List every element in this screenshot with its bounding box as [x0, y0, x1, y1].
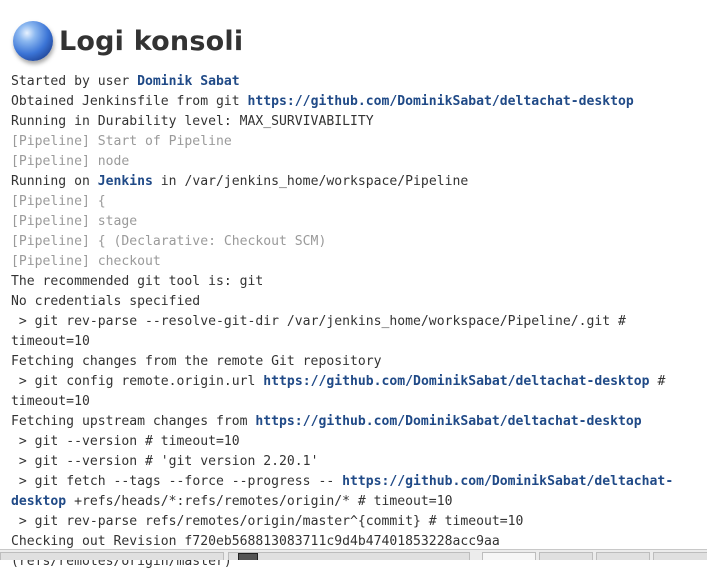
console-link[interactable]: Dominik Sabat — [137, 74, 239, 89]
console-text: No credentials specified — [11, 294, 201, 309]
toolbar-segment-left[interactable] — [0, 552, 224, 560]
console-text: Obtained Jenkinsfile from git — [11, 94, 248, 109]
console-line: Fetching upstream changes from https://g… — [11, 412, 707, 432]
pipeline-step-text: [Pipeline] stage — [11, 214, 138, 229]
console-line: No credentials specified — [11, 292, 707, 312]
console-output: Started by user Dominik Sabat Obtained Je… — [11, 72, 707, 572]
console-line: The recommended git tool is: git — [11, 272, 707, 292]
toolbar-button-4[interactable] — [653, 552, 707, 560]
pipeline-step-text: [Pipeline] checkout — [11, 254, 161, 269]
console-line: [Pipeline] stage — [11, 212, 707, 232]
window-icon[interactable] — [238, 553, 258, 560]
console-text: The recommended git tool is: git — [11, 274, 264, 289]
console-text: Running in Durability level: MAX_SURVIVA… — [11, 114, 374, 129]
console-line: [Pipeline] checkout — [11, 252, 707, 272]
console-text: > git --version # timeout=10 — [11, 434, 240, 449]
console-line: > git fetch --tags --force --progress --… — [11, 472, 707, 512]
console-text: > git fetch --tags --force --progress -- — [11, 474, 343, 489]
console-line: Running in Durability level: MAX_SURVIVA… — [11, 112, 707, 132]
console-line: Started by user Dominik Sabat — [11, 72, 707, 92]
console-line: > git config remote.origin.url https://g… — [11, 372, 707, 412]
console-text: > git --version # 'git version 2.20.1' — [11, 454, 319, 469]
console-link[interactable]: https://github.com/DominikSabat/deltacha… — [263, 374, 649, 389]
console-text: Fetching upstream changes from — [11, 414, 256, 429]
pipeline-step-text: [Pipeline] node — [11, 154, 130, 169]
console-text: > git rev-parse refs/remotes/origin/mast… — [11, 514, 524, 529]
console-line: > git --version # timeout=10 — [11, 432, 707, 452]
console-text: Fetching changes from the remote Git rep… — [11, 354, 382, 369]
console-line: > git --version # 'git version 2.20.1' — [11, 452, 707, 472]
toolbar-button-2[interactable] — [539, 552, 593, 560]
console-line: Fetching changes from the remote Git rep… — [11, 352, 707, 372]
console-link[interactable]: https://github.com/DominikSabat/deltacha… — [248, 94, 634, 109]
bottom-toolbar — [0, 549, 707, 560]
console-link[interactable]: https://github.com/DominikSabat/deltacha… — [255, 414, 641, 429]
console-line: [Pipeline] { — [11, 192, 707, 212]
page-title: Logi konsoli — [59, 25, 244, 57]
console-line: Running on Jenkins in /var/jenkins_home/… — [11, 172, 707, 192]
toolbar-button-3[interactable] — [596, 552, 650, 560]
page-header: Logi konsoli — [13, 18, 243, 64]
console-line: [Pipeline] Start of Pipeline — [11, 132, 707, 152]
blue-ball-icon — [13, 21, 53, 61]
pipeline-step-text: [Pipeline] { — [11, 194, 106, 209]
console-text: Running on — [11, 174, 98, 189]
console-line: > git rev-parse --resolve-git-dir /var/j… — [11, 312, 707, 352]
console-text: Started by user — [11, 74, 138, 89]
console-line: [Pipeline] node — [11, 152, 707, 172]
console-line: > git rev-parse refs/remotes/origin/mast… — [11, 512, 707, 532]
console-text: in /var/jenkins_home/workspace/Pipeline — [152, 174, 469, 189]
pipeline-step-text: [Pipeline] Start of Pipeline — [11, 134, 232, 149]
pipeline-step-text: [Pipeline] { (Declarative: Checkout SCM) — [11, 234, 327, 249]
console-link[interactable]: Jenkins — [98, 174, 153, 189]
console-line: [Pipeline] { (Declarative: Checkout SCM) — [11, 232, 707, 252]
console-text: > git rev-parse --resolve-git-dir /var/j… — [11, 314, 634, 349]
console-text: +refs/heads/*:refs/remotes/origin/* # ti… — [66, 494, 453, 509]
toolbar-button-1[interactable] — [482, 552, 536, 560]
console-line: Obtained Jenkinsfile from git https://gi… — [11, 92, 707, 112]
toolbar-segment-middle[interactable] — [228, 552, 470, 560]
console-text: > git config remote.origin.url — [11, 374, 264, 389]
